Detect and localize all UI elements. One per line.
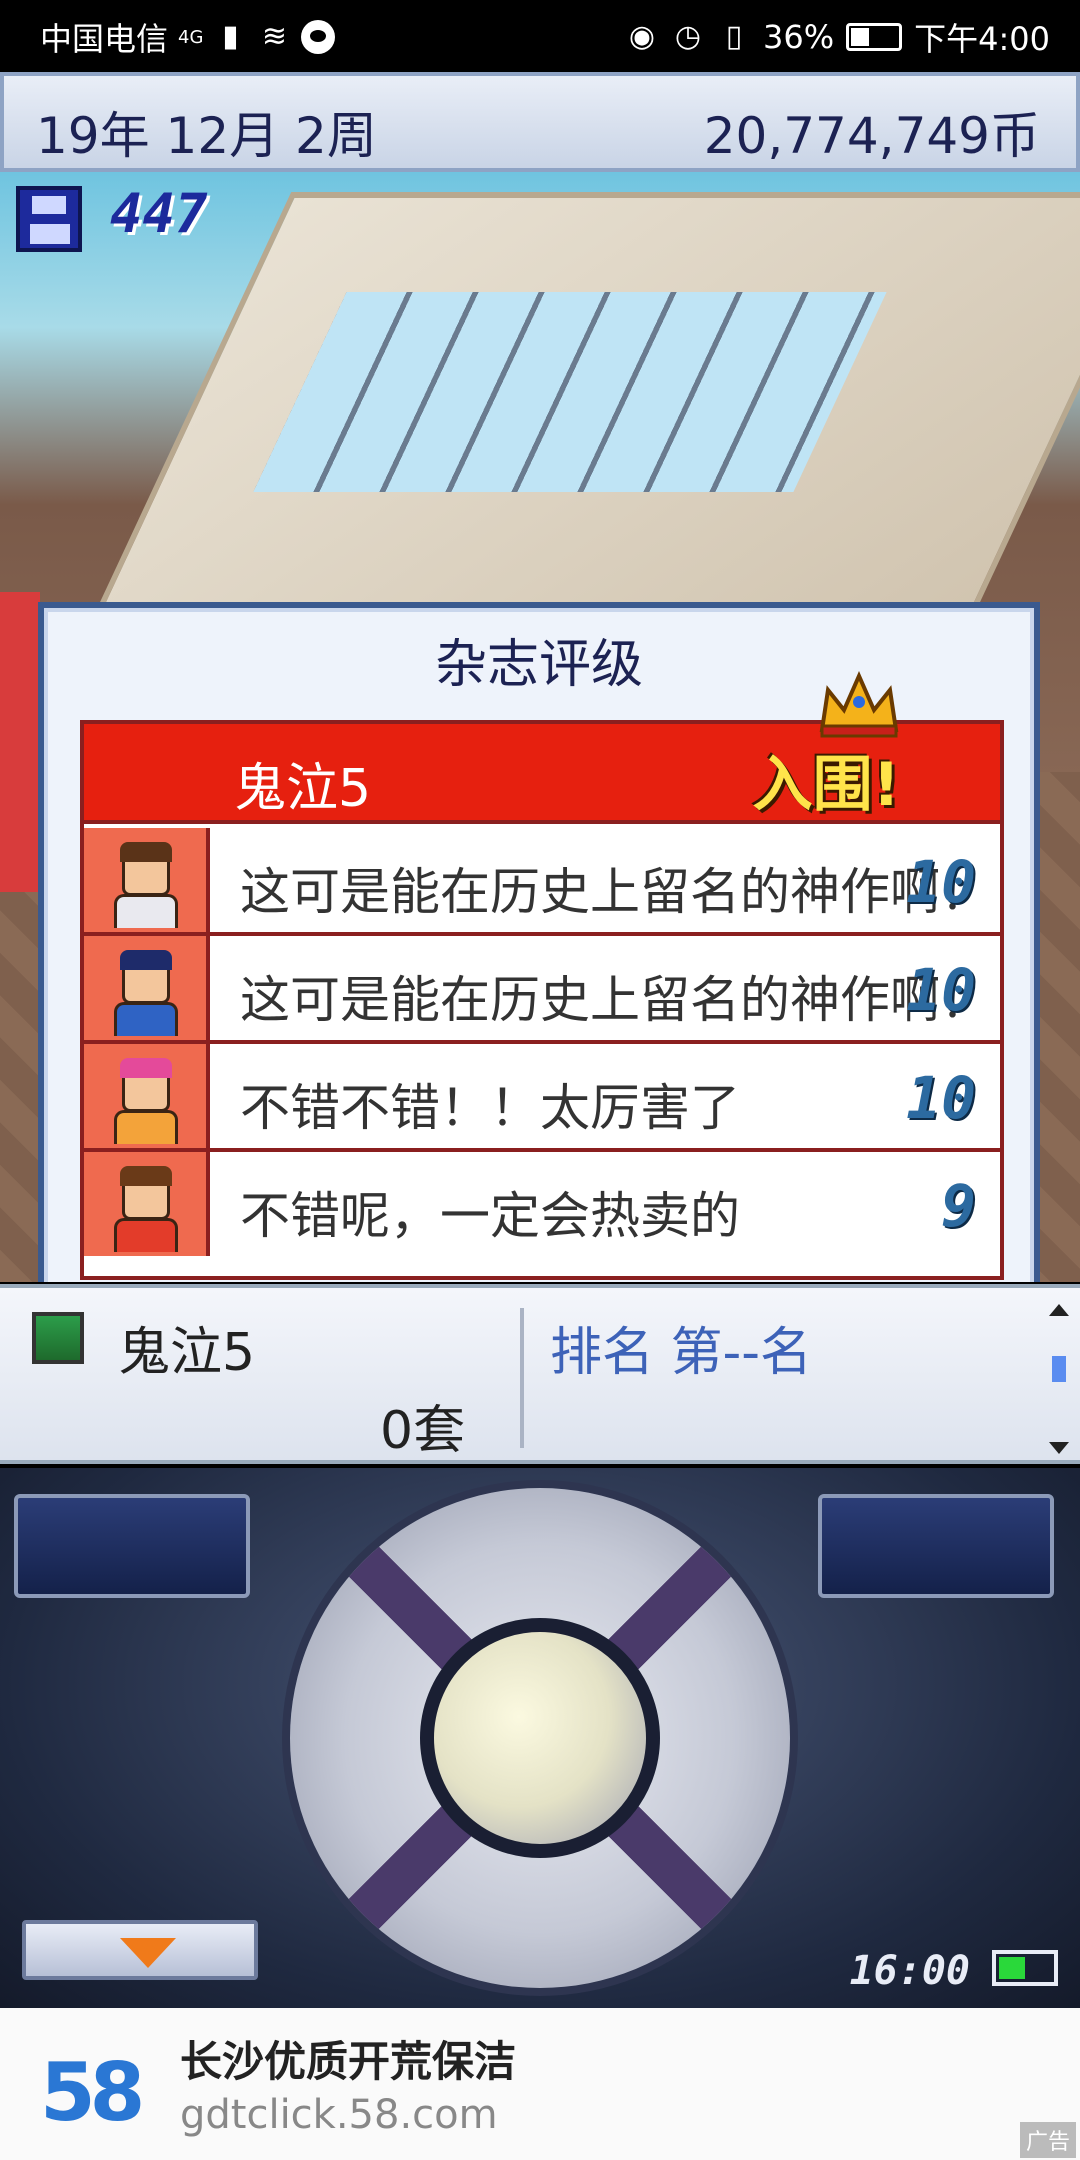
game-battery-icon [992, 1950, 1058, 1986]
game-controller: 16:00 [0, 1468, 1080, 2008]
rank-label: 排名 第--名 [550, 1323, 813, 1383]
dpad[interactable] [290, 1488, 790, 1988]
review-result-box: 鬼泣5 入围! 这可是能在历史上留名的神作啊！ 10 这可是能在历史上留名的神作… [80, 720, 1004, 1280]
reviewer-avatar [84, 936, 210, 1040]
battery-icon [846, 23, 903, 51]
wifi-icon: ≋ [261, 19, 287, 54]
magazine-review-dialog[interactable]: 杂志评级 鬼泣5 入围! 这可是能在历史上留名的神作啊！ 10 这可是能在历史上… [38, 602, 1040, 1282]
award-badge: 入围! [752, 750, 900, 820]
game-scene[interactable]: 447 杂志评级 鬼泣5 入围! 这可是能在历史上留名的神作啊！ 10 这可是能… [0, 172, 1080, 1282]
info-scrollbar[interactable] [1048, 1304, 1070, 1454]
vibrate-icon: ▯ [725, 19, 743, 54]
game-info-panel: 鬼泣5 0套 排名 第--名 [0, 1284, 1080, 1464]
reviewed-game-name: 鬼泣5 [234, 759, 372, 819]
ad-banner[interactable]: 58 长沙优质开荒保洁 gdtclick.58.com 广告 [0, 2008, 1080, 2160]
review-score: 9 [941, 1172, 976, 1240]
ad-url[interactable]: gdtclick.58.com [180, 2092, 498, 2138]
review-text: 不错呢，一定会热卖的 [240, 1187, 740, 1245]
review-row: 不错呢，一定会热卖的 9 [84, 1152, 1000, 1260]
game-thumbnail-icon [32, 1312, 84, 1364]
building-windows [253, 292, 887, 492]
chevron-down-icon [120, 1938, 176, 1968]
dpad-center-button[interactable] [420, 1618, 660, 1858]
status-bar: 中国电信 4G ▮ ≋ ◉ ◷ ▯ 36% 下午4:00 [0, 0, 1080, 72]
vending-machine [0, 592, 40, 892]
reviewer-avatar [84, 1152, 210, 1256]
sales-count: 0套 [380, 1401, 466, 1461]
info-divider [520, 1308, 524, 1448]
status-left: 中国电信 4G ▮ ≋ [40, 14, 336, 60]
alarm-icon: ◷ [674, 19, 702, 54]
review-row: 不错不错！！太厉害了 10 [84, 1044, 1000, 1152]
right-soft-button[interactable] [818, 1494, 1054, 1598]
qq-icon [301, 20, 336, 54]
review-score: 10 [906, 1064, 976, 1132]
review-score: 10 [906, 848, 976, 916]
status-time: 下午4:00 [914, 20, 1050, 58]
scroll-thumb[interactable] [1052, 1356, 1066, 1382]
network-label: 4G [178, 26, 204, 48]
reviewer-avatar [84, 1044, 210, 1148]
review-row: 这可是能在历史上留名的神作啊！ 10 [84, 828, 1000, 936]
status-right: ◉ ◷ ▯ 36% 下午4:00 [625, 14, 1050, 60]
review-text: 这可是能在历史上留名的神作啊！ [240, 971, 960, 1029]
crown-icon [819, 671, 899, 738]
save-count: 447 [110, 182, 208, 245]
scroll-up-icon[interactable] [1049, 1304, 1069, 1316]
eye-icon: ◉ [628, 19, 656, 54]
review-score: 10 [906, 956, 976, 1024]
ad-title[interactable]: 长沙优质开荒保洁 [180, 2028, 516, 2089]
review-text: 不错不错！！太厉害了 [240, 1079, 740, 1137]
signal-icon: ▮ [222, 19, 239, 54]
review-row: 这可是能在历史上留名的神作啊！ 10 [84, 936, 1000, 1044]
battery-percent: 36% [763, 18, 835, 56]
left-soft-button[interactable] [14, 1494, 250, 1598]
info-game-name: 鬼泣5 [118, 1323, 256, 1383]
ad-logo: 58 [40, 2046, 145, 2139]
game-date: 19年 12月 2周 [36, 107, 377, 165]
reviewer-avatar [84, 828, 210, 932]
floppy-disk-icon[interactable] [16, 186, 82, 252]
money-display: 20,774,749币 [703, 107, 1040, 165]
carrier-label: 中国电信 [40, 20, 169, 58]
ad-tag: 广告 [1019, 2122, 1076, 2158]
game-header: 19年 12月 2周 20,774,749币 [0, 72, 1080, 172]
menu-toggle-button[interactable] [22, 1920, 258, 1980]
review-text: 这可是能在历史上留名的神作啊！ [240, 863, 960, 921]
ad-logo-text: 58 [40, 2046, 145, 2139]
game-clock: 16:00 [849, 1948, 970, 1994]
scroll-down-icon[interactable] [1049, 1442, 1069, 1454]
